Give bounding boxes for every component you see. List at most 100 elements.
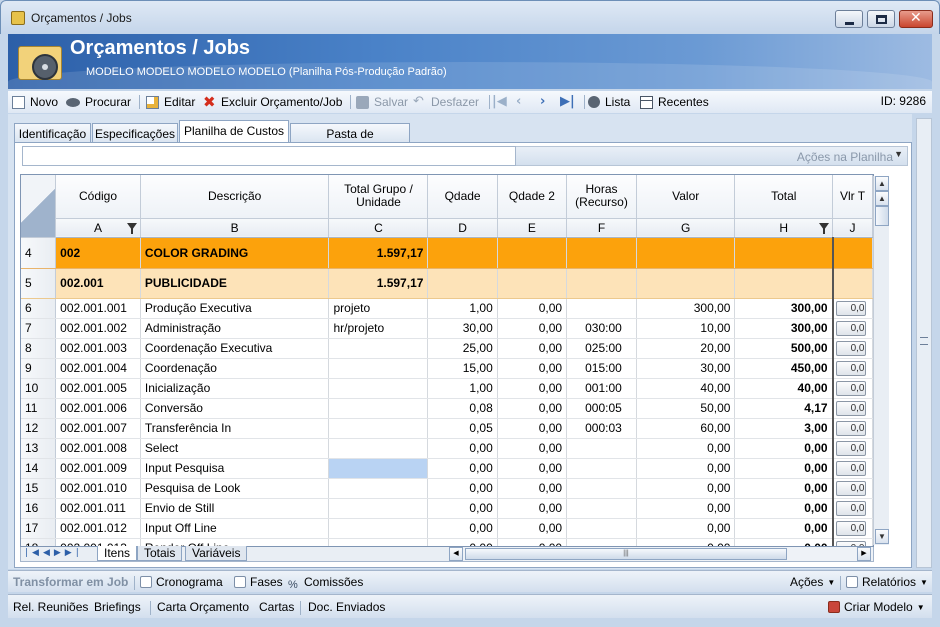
cell-unidade[interactable] [328,478,429,499]
header-codigo[interactable]: Código [55,175,141,219]
cell-qdade2[interactable] [497,268,568,299]
cell-horas[interactable] [566,237,637,269]
cronograma-button[interactable]: Cronograma [140,575,223,589]
row-number[interactable]: 14 [21,458,57,479]
cell-horas[interactable] [566,538,637,546]
cell-unidade[interactable] [328,418,429,439]
cell-vlr-button[interactable]: 0,0 [832,478,873,499]
table-row[interactable]: 17 002.001.012 Input Off Line 0,00 0,00 0,00 0… [21,518,873,539]
cell-descricao[interactable]: Administração [140,318,330,339]
row-number[interactable]: 7 [21,318,57,339]
cell-horas[interactable] [566,478,637,499]
cell-total[interactable] [734,237,834,269]
col-letter-j[interactable]: J [832,218,873,238]
select-all-corner[interactable] [21,175,57,238]
cell-qdade[interactable]: 0,00 [427,498,498,519]
cell-qdade2[interactable]: 0,00 [497,538,568,546]
cell-qdade[interactable]: 0,08 [427,398,498,419]
acoes-dropdown[interactable]: Ações ▼ [790,575,835,589]
cell-valor[interactable]: 0,00 [636,438,736,459]
grid-horizontal-scrollbar[interactable]: ◀ ||| ▶ [449,547,873,561]
scroll-up-icon[interactable]: ▲ [875,176,889,191]
row-number[interactable]: 8 [21,338,57,359]
previous-record-icon[interactable]: ‹ [516,95,521,109]
salvar-button[interactable]: Salvar [356,94,408,110]
excluir-button[interactable]: ✖ Excluir Orçamento/Job [203,94,342,110]
carta-orcamento-link[interactable]: Carta Orçamento [157,600,249,614]
cell-codigo[interactable]: 002.001.007 [55,418,141,439]
cell-vlr-button[interactable]: 0,0 [832,438,873,459]
cell-unidade[interactable] [328,378,429,399]
cell-vlr-button[interactable]: 0,0 [832,378,873,399]
cell-qdade[interactable]: 25,00 [427,338,498,359]
cell-qdade2[interactable]: 0,00 [497,298,568,319]
cell-qdade[interactable]: 1,00 [427,378,498,399]
vlr-cell-button[interactable]: 0,0 [835,441,866,456]
cell-vlr-button[interactable]: 0,0 [832,498,873,519]
table-row[interactable]: 9 002.001.004 Coordenação 15,00 0,00 015:00 30… [21,358,873,379]
cell-valor[interactable]: 50,00 [636,398,736,419]
briefings-link[interactable]: Briefings [94,600,141,614]
relatorios-dropdown[interactable]: Relatórios ▼ [846,575,928,589]
cell-descricao[interactable]: Select [140,438,330,459]
cell-valor[interactable]: 20,00 [636,338,736,359]
sheet-tab-totais[interactable]: Totais [137,546,183,561]
cell-vlr[interactable] [832,268,873,299]
cell-qdade2[interactable]: 0,00 [497,518,568,539]
cell-valor[interactable]: 0,00 [636,498,736,519]
cell-total-grupo[interactable]: 1.597,17 [328,237,429,269]
row-number[interactable]: 16 [21,498,57,519]
recentes-button[interactable]: Recentes [640,94,709,110]
cell-qdade[interactable]: 30,00 [427,318,498,339]
cell-descricao[interactable]: Conversão [140,398,330,419]
cell-total[interactable]: 40,00 [734,378,834,399]
cell-vlr[interactable] [832,237,873,269]
cell-total[interactable]: 300,00 [734,298,834,319]
cell-vlr-button[interactable]: 0,0 [832,458,873,479]
cell-qdade2[interactable]: 0,00 [497,418,568,439]
table-row[interactable]: 8 002.001.003 Coordenação Executiva 25,00 0,… [21,338,873,359]
vlr-cell-button[interactable]: 0,0 [835,461,866,476]
vlr-cell-button[interactable]: 0,0 [835,381,866,396]
cell-total[interactable]: 4,17 [734,398,834,419]
rel-reunioes-link[interactable]: Rel. Reuniões [13,600,88,614]
cell-codigo[interactable]: 002.001.006 [55,398,141,419]
vlr-cell-button[interactable]: 0,0 [835,401,866,416]
cell-horas[interactable]: 030:00 [566,318,637,339]
maximize-button[interactable] [867,10,895,28]
cell-total[interactable]: 3,00 [734,418,834,439]
scroll-thumb[interactable] [875,206,889,226]
col-letter-b[interactable]: B [140,218,330,238]
row-number[interactable]: 12 [21,418,57,439]
cell-descricao[interactable]: Produção Executiva [140,298,330,319]
tab-planilha-de-custos[interactable]: Planilha de Custos [179,120,289,142]
first-record-icon[interactable]: |◀ [492,95,507,109]
cell-total[interactable]: 300,00 [734,318,834,339]
cell-descricao[interactable]: Envio de Still [140,498,330,519]
cartas-link[interactable]: Cartas [259,600,294,614]
cell-valor[interactable]: 60,00 [636,418,736,439]
table-row[interactable]: 13 002.001.008 Select 0,00 0,00 0,00 0,00 0,0 [21,438,873,459]
scroll-down-icon[interactable]: ▼ [875,529,889,544]
cell-codigo[interactable]: 002.001.001 [55,298,141,319]
cell-total[interactable]: 0,00 [734,458,834,479]
formula-input[interactable] [22,146,516,166]
cell-qdade[interactable] [427,237,498,269]
header-qdade2[interactable]: Qdade 2 [497,175,568,219]
table-row[interactable]: 11 002.001.006 Conversão 0,08 0,00 000:05 50,0… [21,398,873,419]
cell-descricao[interactable]: Input Off Line [140,518,330,539]
header-total[interactable]: Total [734,175,834,219]
cell-valor[interactable]: 10,00 [636,318,736,339]
cell-qdade2[interactable]: 0,00 [497,438,568,459]
cell-total-grupo[interactable]: 1.597,17 [328,268,429,299]
cell-descricao[interactable]: Coordenação [140,358,330,379]
grid-vertical-scrollbar[interactable]: ▲ ▲ ▼ [873,176,889,545]
cell-horas[interactable] [566,518,637,539]
row-number[interactable]: 9 [21,358,57,379]
cell-unidade[interactable]: projeto [328,298,429,319]
cell-descricao[interactable]: Pesquisa de Look [140,478,330,499]
header-vlr[interactable]: Vlr T [832,175,873,219]
criar-modelo-dropdown[interactable]: Criar Modelo ▼ [828,600,925,614]
sheet-nav-icons[interactable]: |◀◀▶▶| [25,548,83,558]
cell-qdade2[interactable]: 0,00 [497,458,568,479]
